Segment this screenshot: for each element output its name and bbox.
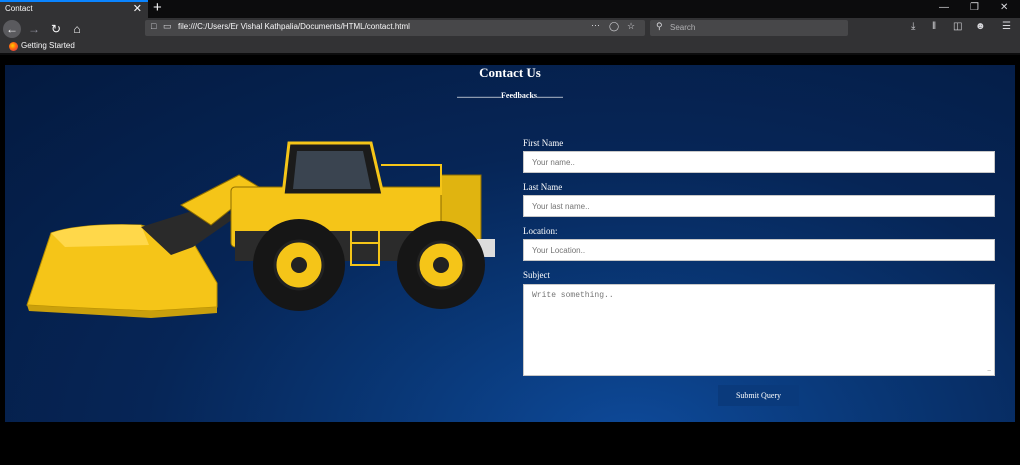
library-icon[interactable]: ‖ [932,21,936,32]
page-title: Contact Us [479,65,541,80]
reload-icon[interactable]: ↻ [47,20,65,38]
forward-arrow-icon[interactable]: → [25,20,43,38]
navigation-toolbar: ← → ↻ ⌂ □ ▭ file:///C:/Users/Er Vishal K… [0,18,1020,39]
subject-label: Subject [523,270,550,280]
first-name-label: First Name [523,138,564,148]
search-placeholder[interactable]: Search [670,23,695,32]
account-icon[interactable]: ☻ [975,21,986,32]
page-icon: □ [151,21,157,31]
bookmark-getting-started[interactable]: Getting Started [21,41,75,50]
minimize-icon[interactable]: — [939,2,949,14]
search-bar[interactable]: ⚲ Search [650,20,848,36]
star-icon[interactable]: ☆ [627,21,635,32]
firefox-icon [9,42,18,51]
permissions-icon[interactable]: ▭ [163,21,172,32]
close-icon[interactable]: ✕ [1000,2,1008,14]
page-actions-icon[interactable]: ⋯ [591,20,600,31]
new-tab-button[interactable]: + [153,0,162,17]
tab-contact[interactable]: Contact ✕ [0,0,148,18]
location-input[interactable] [523,239,995,261]
download-icon[interactable]: ⤓ [911,21,915,32]
last-name-input[interactable] [523,195,995,217]
page-subtitle: ......................Feedbacks.........… [457,91,563,100]
restore-icon[interactable]: ❐ [970,2,979,14]
sidebar-icon[interactable]: ◫ [953,21,962,32]
subject-textarea[interactable] [523,284,995,376]
page-viewport: Contact Us ......................Feedbac… [0,55,1020,465]
back-arrow-icon[interactable]: ← [3,20,21,38]
submit-query-button[interactable]: Submit Query [718,385,799,406]
url-text[interactable]: file:///C:/Users/Er Vishal Kathpalia/Doc… [178,22,410,31]
resize-handle-icon[interactable]: − [987,368,991,375]
first-name-input[interactable] [523,151,995,173]
bookmarks-toolbar: Getting Started [0,39,1020,54]
location-label: Location: [523,226,558,236]
url-bar[interactable]: □ ▭ file:///C:/Users/Er Vishal Kathpalia… [145,20,645,36]
wheel-loader-image [26,141,495,318]
last-name-label: Last Name [523,182,563,192]
tab-title: Contact [5,4,33,13]
contact-page: Contact Us ......................Feedbac… [5,65,1015,422]
tab-bar: Contact ✕ + — ❐ ✕ [0,0,1020,18]
menu-icon[interactable]: ☰ [1002,21,1011,32]
pocket-icon[interactable]: ◯ [609,21,619,32]
close-tab-icon[interactable]: ✕ [133,2,142,16]
home-icon[interactable]: ⌂ [68,20,86,38]
search-icon: ⚲ [656,21,663,31]
